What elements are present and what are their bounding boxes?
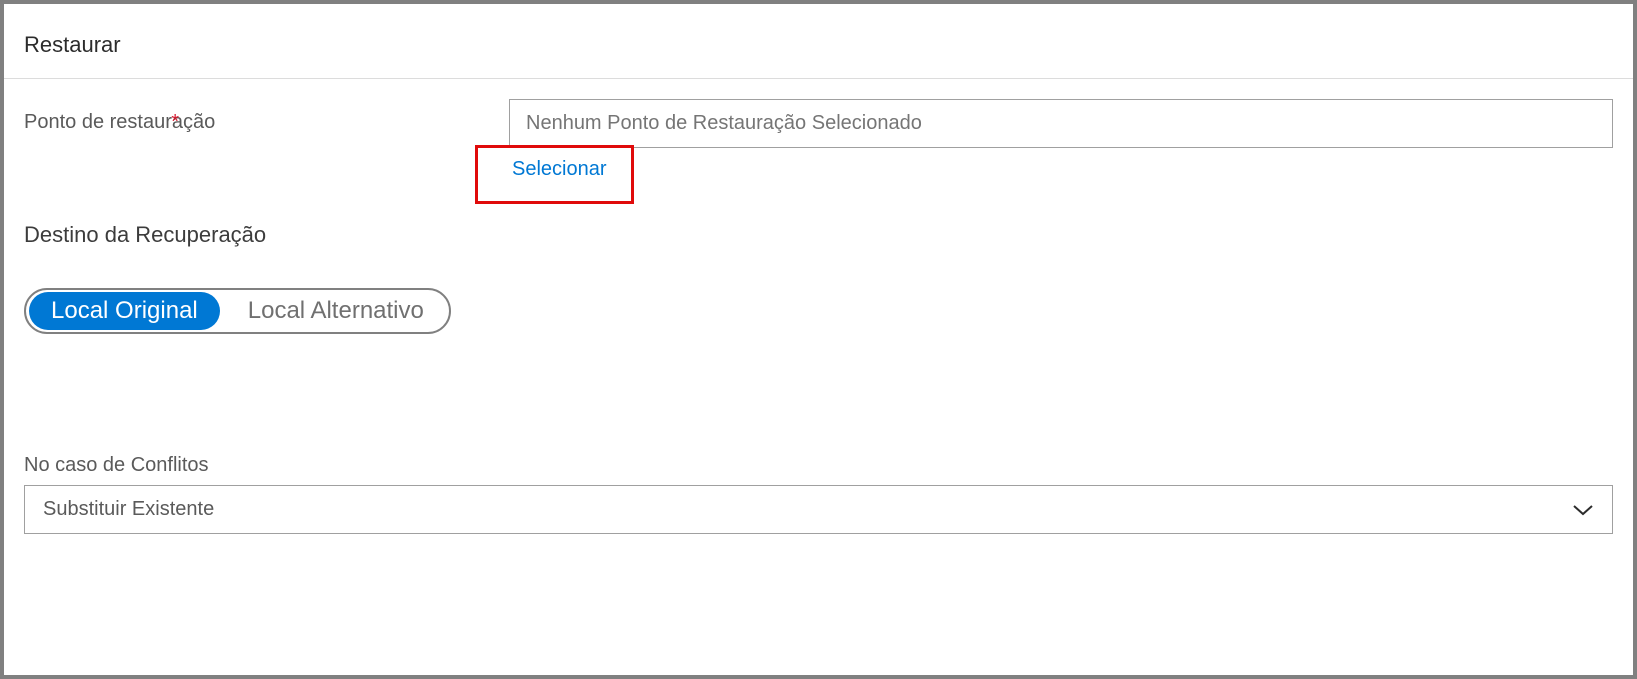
toggle-original-location[interactable]: Local Original [29,292,220,330]
dialog-title: Restaurar [24,32,1613,58]
restore-point-input[interactable] [509,99,1613,148]
conflicts-label: No caso de Conflitos [24,454,1613,477]
toggle-alternative-location[interactable]: Local Alternativo [226,292,446,330]
restore-point-label: Ponto de restauração * [24,111,203,134]
location-toggle-group: Local Original Local Alternativo [24,288,451,334]
chevron-down-icon [1572,504,1594,516]
conflicts-dropdown[interactable]: Substituir Existente [24,485,1613,534]
restore-point-row: Ponto de restauração * Selecionar [24,99,1613,204]
select-link-highlight: Selecionar [475,145,634,204]
restore-point-input-col: Selecionar [509,99,1613,204]
recovery-destination-heading: Destino da Recuperação [24,222,1613,248]
dialog-content: Ponto de restauração * Selecionar Destin… [4,79,1633,554]
select-restore-point-link[interactable]: Selecionar [512,158,607,180]
dialog-header: Restaurar [4,4,1633,79]
restore-point-label-text: Ponto de restauração [24,111,215,134]
conflicts-selected-value: Substituir Existente [43,498,214,521]
restore-point-label-col: Ponto de restauração * [24,99,509,134]
required-asterisk-icon: * [171,111,179,134]
